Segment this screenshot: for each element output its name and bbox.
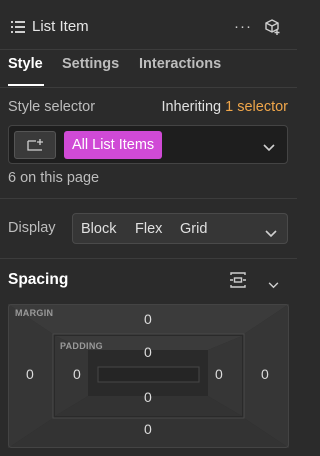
inheriting-count[interactable]: 1 selector [225,99,288,115]
box-model-editor: MARGIN 0 0 0 0 PADDING 0 0 0 0 [8,304,289,448]
selector-chip[interactable]: All List Items [64,131,163,159]
tab-interactions[interactable]: Interactions [139,56,221,72]
selector-field[interactable]: All List Items [8,125,288,164]
cube-icon[interactable] [264,18,282,39]
padding-right-value[interactable]: 0 [215,366,223,382]
inheriting-prefix: Inheriting [161,99,222,115]
margin-label: MARGIN [15,308,54,318]
divider [0,258,297,259]
spacing-mode-icon[interactable] [229,271,247,292]
chevron-down-icon[interactable] [268,276,279,292]
selector-state-button[interactable] [14,131,56,159]
padding-bottom-value[interactable]: 0 [144,389,152,405]
divider [0,198,297,199]
padding-top-value[interactable]: 0 [144,344,152,360]
spacing-section-title: Spacing [8,271,69,288]
margin-top-value[interactable]: 0 [144,311,152,327]
on-page-count: 6 on this page [8,170,100,186]
element-title: List Item [32,18,89,35]
selector-state-icon [27,139,43,151]
active-tab-indicator [8,84,44,86]
chevron-down-icon[interactable] [265,225,277,241]
tab-settings[interactable]: Settings [62,56,119,72]
margin-right-value[interactable]: 0 [261,366,269,382]
display-label: Display [8,220,56,236]
margin-bottom-value[interactable]: 0 [144,421,152,437]
tab-style[interactable]: Style [8,56,43,72]
display-option-grid[interactable]: Grid [180,221,207,237]
margin-left-value[interactable]: 0 [26,366,34,382]
display-select[interactable]: Block Flex Grid [72,213,288,244]
panel-header: List Item ··· [0,0,297,50]
list-icon [11,20,25,36]
padding-left-value[interactable]: 0 [73,366,81,382]
inheriting-info[interactable]: Inheriting 1 selector [161,99,288,115]
style-selector-label: Style selector [8,99,96,115]
tab-bar: Style Settings Interactions [0,50,297,88]
display-option-flex[interactable]: Flex [135,221,162,237]
padding-label: PADDING [60,341,103,351]
chevron-down-icon[interactable] [263,139,275,155]
display-option-block[interactable]: Block [81,221,116,237]
more-icon[interactable]: ··· [234,18,252,35]
